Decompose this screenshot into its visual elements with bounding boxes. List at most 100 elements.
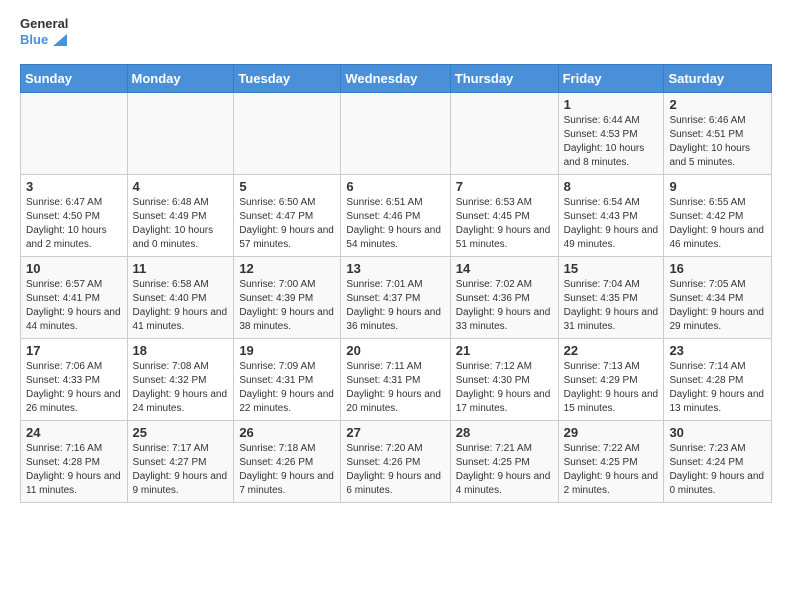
calendar-cell: 8 Sunrise: 6:54 AM Sunset: 4:43 PM Daylig… (558, 175, 664, 257)
day-info: Sunrise: 6:58 AM Sunset: 4:40 PM Dayligh… (133, 278, 229, 334)
calendar-cell: 20Sunrise: 7:11 AM Sunset: 4:31 PM Dayli… (341, 339, 450, 421)
calendar-cell: 28Sunrise: 7:21 AM Sunset: 4:25 PM Dayli… (450, 421, 558, 503)
calendar-cell (234, 93, 341, 175)
day-info: Sunrise: 7:00 AM Sunset: 4:39 PM Dayligh… (239, 278, 335, 334)
day-info: Sunrise: 7:04 AM Sunset: 4:35 PM Dayligh… (564, 278, 659, 334)
day-number: 17 (26, 343, 122, 358)
calendar-cell (127, 93, 234, 175)
calendar-cell: 29 Sunrise: 7:22 AM Sunset: 4:25 PM Dayli… (558, 421, 664, 503)
calendar-cell: 6Sunrise: 6:51 AM Sunset: 4:46 PM Daylig… (341, 175, 450, 257)
day-number: 24 (26, 425, 122, 440)
day-info: Sunrise: 7:02 AM Sunset: 4:36 PM Dayligh… (456, 278, 553, 334)
day-info: Sunrise: 6:47 AM Sunset: 4:50 PM Dayligh… (26, 196, 122, 252)
day-info: Sunrise: 6:51 AM Sunset: 4:46 PM Dayligh… (346, 196, 444, 252)
calendar-cell: 5Sunrise: 6:50 AM Sunset: 4:47 PM Daylig… (234, 175, 341, 257)
day-number: 9 (669, 179, 766, 194)
day-number: 2 (669, 97, 766, 112)
calendar-cell: 30 Sunrise: 7:23 AM Sunset: 4:24 PM Dayli… (664, 421, 772, 503)
day-number: 23 (669, 343, 766, 358)
calendar-cell: 2 Sunrise: 6:46 AM Sunset: 4:51 PM Daylig… (664, 93, 772, 175)
calendar-cell: 24 Sunrise: 7:16 AM Sunset: 4:28 PM Dayli… (21, 421, 128, 503)
day-info: Sunrise: 7:05 AM Sunset: 4:34 PM Dayligh… (669, 278, 766, 334)
day-number: 18 (133, 343, 229, 358)
calendar-cell: 25Sunrise: 7:17 AM Sunset: 4:27 PM Dayli… (127, 421, 234, 503)
calendar-cell: 9Sunrise: 6:55 AM Sunset: 4:42 PM Daylig… (664, 175, 772, 257)
day-info: Sunrise: 6:57 AM Sunset: 4:41 PM Dayligh… (26, 278, 122, 334)
day-info: Sunrise: 7:18 AM Sunset: 4:26 PM Dayligh… (239, 442, 335, 498)
day-number: 16 (669, 261, 766, 276)
weekday-header-cell: Friday (558, 65, 664, 93)
calendar-cell: 12 Sunrise: 7:00 AM Sunset: 4:39 PM Dayli… (234, 257, 341, 339)
day-number: 21 (456, 343, 553, 358)
day-info: Sunrise: 6:44 AM Sunset: 4:53 PM Dayligh… (564, 114, 659, 170)
logo-text-blue: Blue (20, 32, 90, 48)
day-number: 4 (133, 179, 229, 194)
day-info: Sunrise: 6:54 AM Sunset: 4:43 PM Dayligh… (564, 196, 659, 252)
weekday-header-cell: Saturday (664, 65, 772, 93)
day-number: 13 (346, 261, 444, 276)
calendar-cell: 19Sunrise: 7:09 AM Sunset: 4:31 PM Dayli… (234, 339, 341, 421)
logo: General Blue (20, 16, 90, 52)
day-number: 1 (564, 97, 659, 112)
day-info: Sunrise: 7:12 AM Sunset: 4:30 PM Dayligh… (456, 360, 553, 416)
calendar-week-row: 17 Sunrise: 7:06 AM Sunset: 4:33 PM Dayli… (21, 339, 772, 421)
calendar-cell: 21 Sunrise: 7:12 AM Sunset: 4:30 PM Dayli… (450, 339, 558, 421)
calendar-cell: 26 Sunrise: 7:18 AM Sunset: 4:26 PM Dayli… (234, 421, 341, 503)
weekday-header-row: SundayMondayTuesdayWednesdayThursdayFrid… (21, 65, 772, 93)
day-info: Sunrise: 7:21 AM Sunset: 4:25 PM Dayligh… (456, 442, 553, 498)
weekday-header-cell: Sunday (21, 65, 128, 93)
day-info: Sunrise: 7:23 AM Sunset: 4:24 PM Dayligh… (669, 442, 766, 498)
weekday-header-cell: Thursday (450, 65, 558, 93)
day-number: 7 (456, 179, 553, 194)
page-header: General Blue (20, 16, 772, 52)
calendar-cell: 10 Sunrise: 6:57 AM Sunset: 4:41 PM Dayli… (21, 257, 128, 339)
day-number: 14 (456, 261, 553, 276)
calendar-table: SundayMondayTuesdayWednesdayThursdayFrid… (20, 64, 772, 503)
calendar-cell: 22 Sunrise: 7:13 AM Sunset: 4:29 PM Dayli… (558, 339, 664, 421)
day-info: Sunrise: 7:22 AM Sunset: 4:25 PM Dayligh… (564, 442, 659, 498)
calendar-cell (450, 93, 558, 175)
day-info: Sunrise: 6:46 AM Sunset: 4:51 PM Dayligh… (669, 114, 766, 170)
day-number: 12 (239, 261, 335, 276)
day-number: 8 (564, 179, 659, 194)
logo-graphic: General Blue (20, 16, 90, 52)
calendar-cell: 1 Sunrise: 6:44 AM Sunset: 4:53 PM Daylig… (558, 93, 664, 175)
day-info: Sunrise: 7:11 AM Sunset: 4:31 PM Dayligh… (346, 360, 444, 416)
day-info: Sunrise: 7:06 AM Sunset: 4:33 PM Dayligh… (26, 360, 122, 416)
calendar-cell: 17 Sunrise: 7:06 AM Sunset: 4:33 PM Dayli… (21, 339, 128, 421)
calendar-cell (341, 93, 450, 175)
calendar-week-row: 10 Sunrise: 6:57 AM Sunset: 4:41 PM Dayli… (21, 257, 772, 339)
day-info: Sunrise: 6:53 AM Sunset: 4:45 PM Dayligh… (456, 196, 553, 252)
day-number: 29 (564, 425, 659, 440)
calendar-cell: 18 Sunrise: 7:08 AM Sunset: 4:32 PM Dayli… (127, 339, 234, 421)
logo-arrow-icon (53, 34, 67, 46)
day-number: 3 (26, 179, 122, 194)
calendar-cell: 15Sunrise: 7:04 AM Sunset: 4:35 PM Dayli… (558, 257, 664, 339)
day-info: Sunrise: 7:16 AM Sunset: 4:28 PM Dayligh… (26, 442, 122, 498)
calendar-cell: 23 Sunrise: 7:14 AM Sunset: 4:28 PM Dayli… (664, 339, 772, 421)
logo-text-general: General (20, 16, 90, 32)
calendar-cell (21, 93, 128, 175)
day-number: 30 (669, 425, 766, 440)
day-info: Sunrise: 7:14 AM Sunset: 4:28 PM Dayligh… (669, 360, 766, 416)
day-number: 5 (239, 179, 335, 194)
day-number: 10 (26, 261, 122, 276)
day-number: 27 (346, 425, 444, 440)
day-number: 11 (133, 261, 229, 276)
day-info: Sunrise: 7:13 AM Sunset: 4:29 PM Dayligh… (564, 360, 659, 416)
weekday-header-cell: Wednesday (341, 65, 450, 93)
page-container: General Blue SundayMondayTuesdayWednesda… (0, 0, 792, 519)
weekday-header-cell: Tuesday (234, 65, 341, 93)
day-number: 19 (239, 343, 335, 358)
calendar-cell: 14 Sunrise: 7:02 AM Sunset: 4:36 PM Dayli… (450, 257, 558, 339)
day-info: Sunrise: 7:08 AM Sunset: 4:32 PM Dayligh… (133, 360, 229, 416)
calendar-cell: 7 Sunrise: 6:53 AM Sunset: 4:45 PM Daylig… (450, 175, 558, 257)
day-number: 22 (564, 343, 659, 358)
day-info: Sunrise: 7:17 AM Sunset: 4:27 PM Dayligh… (133, 442, 229, 498)
day-info: Sunrise: 7:20 AM Sunset: 4:26 PM Dayligh… (346, 442, 444, 498)
calendar-cell: 27 Sunrise: 7:20 AM Sunset: 4:26 PM Dayli… (341, 421, 450, 503)
day-number: 26 (239, 425, 335, 440)
calendar-week-row: 24 Sunrise: 7:16 AM Sunset: 4:28 PM Dayli… (21, 421, 772, 503)
calendar-cell: 4Sunrise: 6:48 AM Sunset: 4:49 PM Daylig… (127, 175, 234, 257)
calendar-week-row: 3 Sunrise: 6:47 AM Sunset: 4:50 PM Daylig… (21, 175, 772, 257)
